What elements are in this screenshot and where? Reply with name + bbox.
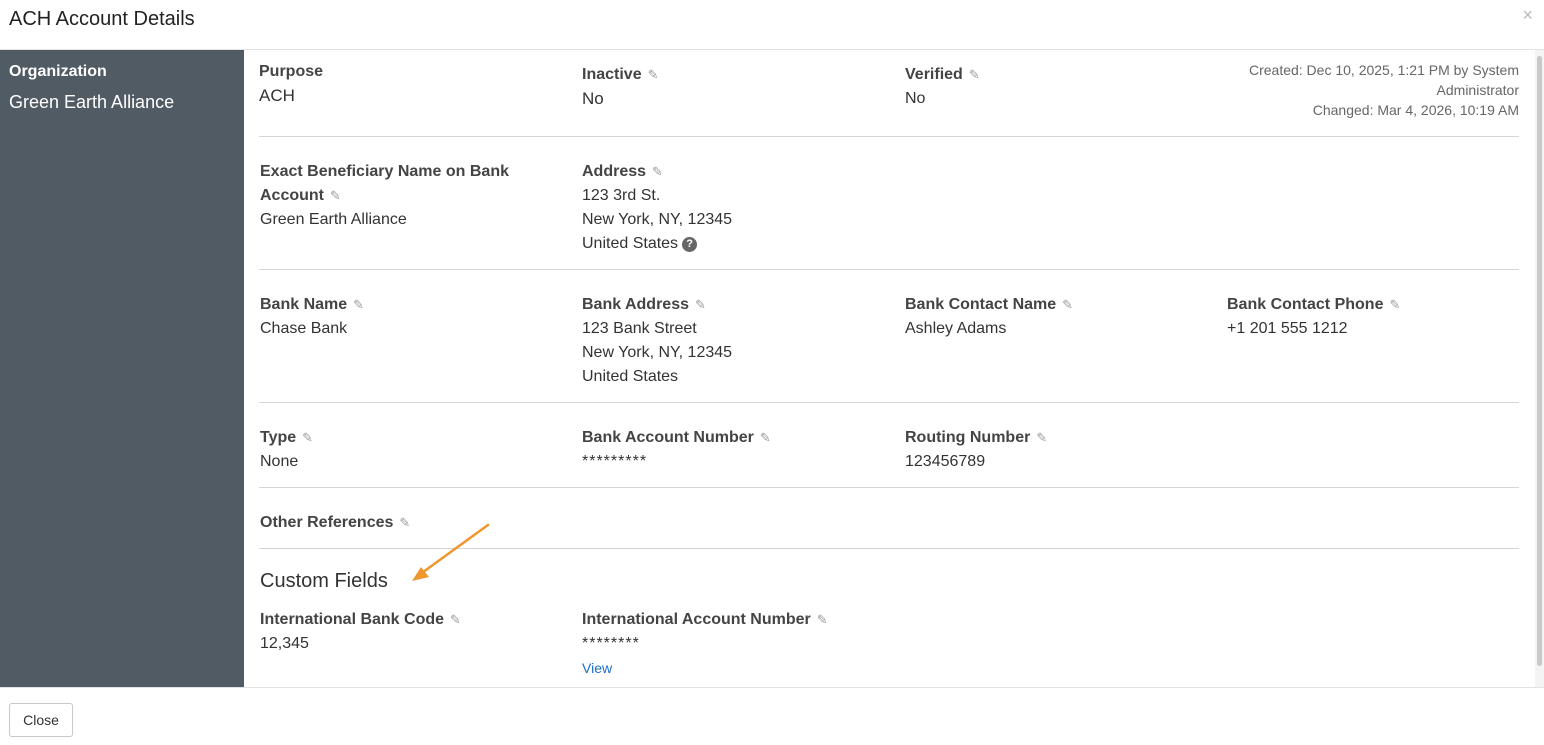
annotation-arrow — [412, 523, 490, 581]
close-button[interactable]: Close — [9, 703, 73, 737]
bank-contact-name-field: Bank Contact Name ✎ Ashley Adams — [905, 293, 1073, 341]
bank-address-label: Bank Address — [582, 296, 689, 313]
international-bank-code-value: 12,345 — [260, 635, 309, 652]
bank-contact-name-value: Ashley Adams — [905, 320, 1007, 337]
routing-number-label: Routing Number — [905, 429, 1031, 446]
pencil-icon[interactable]: ✎ — [1389, 293, 1400, 317]
bank-contact-phone-field: Bank Contact Phone ✎ +1 201 555 1212 — [1227, 293, 1400, 341]
pencil-icon[interactable]: ✎ — [353, 293, 364, 317]
bank-name-value: Chase Bank — [260, 320, 348, 337]
other-references-field: Other References ✎ — [260, 511, 410, 535]
routing-number-value: 123456789 — [905, 453, 986, 470]
international-account-number-field: International Account Number ✎ ******** V… — [582, 608, 828, 680]
sidebar: Organization Green Earth Alliance — [0, 50, 244, 687]
purpose-field: Purpose ACH — [259, 60, 323, 108]
bank-contact-phone-value: +1 201 555 1212 — [1227, 320, 1348, 337]
pencil-icon[interactable]: ✎ — [652, 160, 663, 184]
type-label: Type — [260, 429, 297, 446]
purpose-label: Purpose — [259, 63, 324, 80]
bank-account-number-label: Bank Account Number — [582, 429, 754, 446]
international-bank-code-field: International Bank Code ✎ 12,345 — [260, 608, 461, 656]
address-line3: United States — [582, 235, 679, 252]
question-icon[interactable]: ? — [682, 237, 698, 252]
bank-contact-phone-label: Bank Contact Phone — [1227, 296, 1384, 313]
type-field: Type ✎ None — [260, 426, 313, 474]
purpose-value: ACH — [259, 86, 295, 105]
dialog-footer: Close — [0, 687, 1544, 745]
pencil-icon[interactable]: ✎ — [1036, 426, 1047, 450]
details-content: Purpose ACH Inactive ✎ No Verified ✎ No Cr… — [244, 50, 1534, 687]
bank-contact-name-label: Bank Contact Name — [905, 296, 1057, 313]
divider — [259, 269, 1519, 270]
type-value: None — [260, 453, 299, 470]
pencil-icon[interactable]: ✎ — [760, 426, 771, 450]
divider — [259, 136, 1519, 137]
verified-field: Verified ✎ No — [905, 63, 980, 111]
bank-address-line1: 123 Bank Street — [582, 320, 697, 337]
bank-address-line2: New York, NY, 12345 — [582, 344, 733, 361]
created-text: Created: Dec 10, 2025, 1:21 PM by System… — [1248, 62, 1519, 98]
verified-label: Verified — [905, 66, 963, 83]
other-references-label: Other References — [260, 514, 394, 531]
pencil-icon[interactable]: ✎ — [969, 63, 980, 87]
international-account-number-label: International Account Number — [582, 611, 811, 628]
organization-label: Organization — [9, 63, 107, 80]
beneficiary-label: Exact Beneficiary Name on Bank Account — [260, 163, 509, 204]
dialog-title: ACH Account Details — [9, 8, 195, 30]
changed-text: Changed: Mar 4, 2026, 10:19 AM — [1312, 102, 1519, 118]
beneficiary-field: Exact Beneficiary Name on Bank Account ✎ … — [260, 160, 540, 232]
international-bank-code-label: International Bank Code — [260, 611, 445, 628]
address-line1: 123 3rd St. — [582, 187, 661, 204]
bank-address-field: Bank Address ✎ 123 Bank Street New York, … — [582, 293, 732, 389]
pencil-icon[interactable]: ✎ — [330, 184, 341, 208]
address-line2: New York, NY, 12345 — [582, 211, 733, 228]
pencil-icon[interactable]: ✎ — [450, 608, 461, 632]
bank-account-number-field: Bank Account Number ✎ ********* — [582, 426, 771, 474]
inactive-field: Inactive ✎ No — [582, 63, 659, 111]
divider — [259, 402, 1519, 403]
custom-fields-title: Custom Fields — [260, 570, 388, 592]
inactive-value: No — [582, 89, 604, 108]
dialog-header: ACH Account Details × — [0, 0, 1544, 50]
bank-name-label: Bank Name — [260, 296, 348, 313]
audit-info: Created: Dec 10, 2025, 1:21 PM by System… — [1219, 60, 1519, 120]
view-link[interactable]: View — [582, 656, 828, 680]
address-field: Address ✎ 123 3rd St. New York, NY, 12345… — [582, 160, 732, 256]
pencil-icon[interactable]: ✎ — [817, 608, 828, 632]
routing-number-field: Routing Number ✎ 123456789 — [905, 426, 1047, 474]
international-account-number-value: ******** — [582, 635, 640, 652]
address-label: Address — [582, 163, 647, 180]
bank-name-field: Bank Name ✎ Chase Bank — [260, 293, 364, 341]
close-icon[interactable]: × — [1522, 5, 1533, 26]
pencil-icon[interactable]: ✎ — [648, 63, 659, 87]
pencil-icon[interactable]: ✎ — [302, 426, 313, 450]
inactive-label: Inactive — [582, 66, 642, 83]
pencil-icon[interactable]: ✎ — [1062, 293, 1073, 317]
bank-account-number-value: ********* — [582, 453, 648, 470]
organization-value: Green Earth Alliance — [9, 92, 175, 112]
beneficiary-value: Green Earth Alliance — [260, 211, 407, 228]
divider — [259, 487, 1519, 488]
verified-value: No — [905, 90, 926, 107]
pencil-icon[interactable]: ✎ — [695, 293, 706, 317]
scrollbar-thumb[interactable] — [1537, 56, 1542, 666]
bank-address-line3: United States — [582, 368, 679, 385]
scrollbar[interactable] — [1535, 50, 1544, 687]
